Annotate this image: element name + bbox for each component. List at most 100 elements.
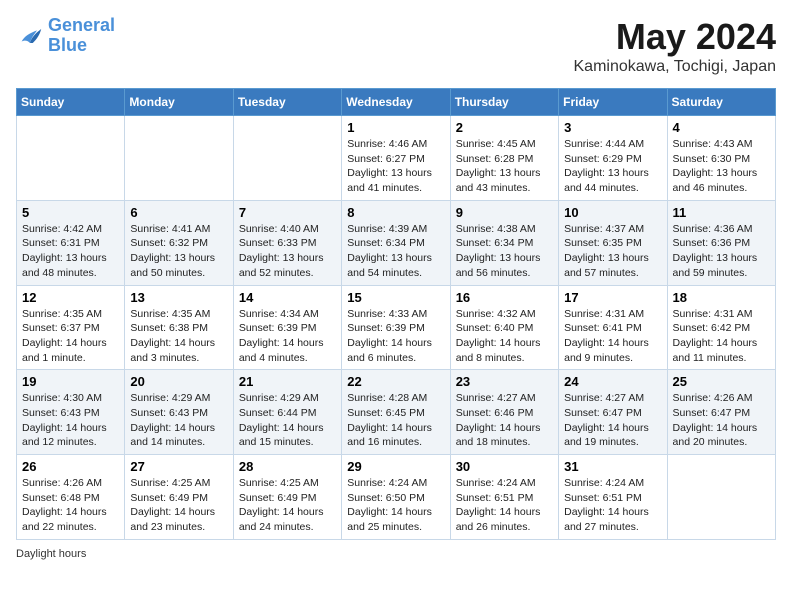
logo-blue: Blue <box>48 35 87 55</box>
calendar-cell <box>125 116 233 201</box>
day-info: Sunrise: 4:38 AM Sunset: 6:34 PM Dayligh… <box>456 222 553 281</box>
calendar-day-header: Saturday <box>667 89 775 116</box>
day-number: 2 <box>456 120 553 135</box>
calendar-table: SundayMondayTuesdayWednesdayThursdayFrid… <box>16 88 776 540</box>
day-info: Sunrise: 4:26 AM Sunset: 6:47 PM Dayligh… <box>673 391 770 450</box>
calendar-cell: 6Sunrise: 4:41 AM Sunset: 6:32 PM Daylig… <box>125 200 233 285</box>
day-info: Sunrise: 4:35 AM Sunset: 6:38 PM Dayligh… <box>130 307 227 366</box>
day-info: Sunrise: 4:28 AM Sunset: 6:45 PM Dayligh… <box>347 391 444 450</box>
calendar-cell: 24 Sunrise: 4:27 AM Sunset: 6:47 PM Dayli… <box>559 370 667 455</box>
day-info: Sunrise: 4:29 AM Sunset: 6:44 PM Dayligh… <box>239 391 336 450</box>
calendar-cell: 4 Sunrise: 4:43 AM Sunset: 6:30 PM Daylig… <box>667 116 775 201</box>
calendar-cell: 26Sunrise: 4:26 AM Sunset: 6:48 PM Dayli… <box>17 455 125 540</box>
day-info: Sunrise: 4:45 AM Sunset: 6:28 PM Dayligh… <box>456 137 553 196</box>
day-number: 4 <box>673 120 770 135</box>
calendar-cell: 28Sunrise: 4:25 AM Sunset: 6:49 PM Dayli… <box>233 455 341 540</box>
day-info: Sunrise: 4:33 AM Sunset: 6:39 PM Dayligh… <box>347 307 444 366</box>
day-info: Sunrise: 4:43 AM Sunset: 6:30 PM Dayligh… <box>673 137 770 196</box>
calendar-day-header: Sunday <box>17 89 125 116</box>
calendar-day-header: Friday <box>559 89 667 116</box>
day-info: Sunrise: 4:31 AM Sunset: 6:41 PM Dayligh… <box>564 307 661 366</box>
day-number: 31 <box>564 459 661 474</box>
calendar-week-row: 12Sunrise: 4:35 AM Sunset: 6:37 PM Dayli… <box>17 285 776 370</box>
calendar-cell: 12Sunrise: 4:35 AM Sunset: 6:37 PM Dayli… <box>17 285 125 370</box>
day-number: 20 <box>130 374 227 389</box>
calendar-week-row: 5 Sunrise: 4:42 AM Sunset: 6:31 PM Daylig… <box>17 200 776 285</box>
calendar-cell: 5 Sunrise: 4:42 AM Sunset: 6:31 PM Daylig… <box>17 200 125 285</box>
day-info: Sunrise: 4:32 AM Sunset: 6:40 PM Dayligh… <box>456 307 553 366</box>
calendar-cell: 17 Sunrise: 4:31 AM Sunset: 6:41 PM Dayli… <box>559 285 667 370</box>
day-info: Sunrise: 4:35 AM Sunset: 6:37 PM Dayligh… <box>22 307 119 366</box>
calendar-cell: 19 Sunrise: 4:30 AM Sunset: 6:43 PM Dayli… <box>17 370 125 455</box>
calendar-cell: 9 Sunrise: 4:38 AM Sunset: 6:34 PM Daylig… <box>450 200 558 285</box>
calendar-cell <box>17 116 125 201</box>
day-number: 1 <box>347 120 444 135</box>
calendar-cell: 23 Sunrise: 4:27 AM Sunset: 6:46 PM Dayli… <box>450 370 558 455</box>
calendar-week-row: 19 Sunrise: 4:30 AM Sunset: 6:43 PM Dayli… <box>17 370 776 455</box>
calendar-cell: 30 Sunrise: 4:24 AM Sunset: 6:51 PM Dayli… <box>450 455 558 540</box>
day-info: Sunrise: 4:41 AM Sunset: 6:32 PM Dayligh… <box>130 222 227 281</box>
day-number: 15 <box>347 290 444 305</box>
day-info: Sunrise: 4:27 AM Sunset: 6:46 PM Dayligh… <box>456 391 553 450</box>
calendar-header-row: SundayMondayTuesdayWednesdayThursdayFrid… <box>17 89 776 116</box>
day-info: Sunrise: 4:25 AM Sunset: 6:49 PM Dayligh… <box>130 476 227 535</box>
daylight-hours-label: Daylight hours <box>16 548 86 560</box>
calendar-day-header: Thursday <box>450 89 558 116</box>
calendar-cell: 27 Sunrise: 4:25 AM Sunset: 6:49 PM Dayli… <box>125 455 233 540</box>
day-info: Sunrise: 4:25 AM Sunset: 6:49 PM Dayligh… <box>239 476 336 535</box>
day-info: Sunrise: 4:46 AM Sunset: 6:27 PM Dayligh… <box>347 137 444 196</box>
day-number: 10 <box>564 205 661 220</box>
day-number: 26 <box>22 459 119 474</box>
calendar-cell: 21 Sunrise: 4:29 AM Sunset: 6:44 PM Dayli… <box>233 370 341 455</box>
day-info: Sunrise: 4:42 AM Sunset: 6:31 PM Dayligh… <box>22 222 119 281</box>
day-number: 29 <box>347 459 444 474</box>
calendar-cell: 29 Sunrise: 4:24 AM Sunset: 6:50 PM Dayli… <box>342 455 450 540</box>
calendar-cell: 13 Sunrise: 4:35 AM Sunset: 6:38 PM Dayli… <box>125 285 233 370</box>
day-number: 19 <box>22 374 119 389</box>
day-info: Sunrise: 4:24 AM Sunset: 6:50 PM Dayligh… <box>347 476 444 535</box>
day-info: Sunrise: 4:24 AM Sunset: 6:51 PM Dayligh… <box>564 476 661 535</box>
day-number: 25 <box>673 374 770 389</box>
day-info: Sunrise: 4:37 AM Sunset: 6:35 PM Dayligh… <box>564 222 661 281</box>
page-header: General Blue May 2024 Kaminokawa, Tochig… <box>16 16 776 76</box>
calendar-cell <box>667 455 775 540</box>
footer: Daylight hours <box>16 548 776 560</box>
day-number: 17 <box>564 290 661 305</box>
day-info: Sunrise: 4:30 AM Sunset: 6:43 PM Dayligh… <box>22 391 119 450</box>
day-number: 30 <box>456 459 553 474</box>
month-title: May 2024 <box>574 16 777 58</box>
calendar-cell: 31 Sunrise: 4:24 AM Sunset: 6:51 PM Dayli… <box>559 455 667 540</box>
day-number: 23 <box>456 374 553 389</box>
day-number: 24 <box>564 374 661 389</box>
day-info: Sunrise: 4:39 AM Sunset: 6:34 PM Dayligh… <box>347 222 444 281</box>
day-number: 14 <box>239 290 336 305</box>
day-info: Sunrise: 4:44 AM Sunset: 6:29 PM Dayligh… <box>564 137 661 196</box>
day-number: 16 <box>456 290 553 305</box>
calendar-day-header: Monday <box>125 89 233 116</box>
calendar-cell <box>233 116 341 201</box>
day-number: 8 <box>347 205 444 220</box>
day-number: 13 <box>130 290 227 305</box>
day-number: 22 <box>347 374 444 389</box>
calendar-cell: 11Sunrise: 4:36 AM Sunset: 6:36 PM Dayli… <box>667 200 775 285</box>
logo: General Blue <box>16 16 115 56</box>
day-number: 9 <box>456 205 553 220</box>
calendar-cell: 16 Sunrise: 4:32 AM Sunset: 6:40 PM Dayli… <box>450 285 558 370</box>
day-info: Sunrise: 4:31 AM Sunset: 6:42 PM Dayligh… <box>673 307 770 366</box>
calendar-cell: 8 Sunrise: 4:39 AM Sunset: 6:34 PM Daylig… <box>342 200 450 285</box>
calendar-cell: 10 Sunrise: 4:37 AM Sunset: 6:35 PM Dayli… <box>559 200 667 285</box>
day-number: 5 <box>22 205 119 220</box>
day-info: Sunrise: 4:24 AM Sunset: 6:51 PM Dayligh… <box>456 476 553 535</box>
location-title: Kaminokawa, Tochigi, Japan <box>574 58 777 76</box>
calendar-cell: 15 Sunrise: 4:33 AM Sunset: 6:39 PM Dayli… <box>342 285 450 370</box>
day-info: Sunrise: 4:40 AM Sunset: 6:33 PM Dayligh… <box>239 222 336 281</box>
calendar-cell: 7Sunrise: 4:40 AM Sunset: 6:33 PM Daylig… <box>233 200 341 285</box>
day-info: Sunrise: 4:36 AM Sunset: 6:36 PM Dayligh… <box>673 222 770 281</box>
calendar-cell: 14Sunrise: 4:34 AM Sunset: 6:39 PM Dayli… <box>233 285 341 370</box>
day-number: 27 <box>130 459 227 474</box>
day-info: Sunrise: 4:27 AM Sunset: 6:47 PM Dayligh… <box>564 391 661 450</box>
calendar-cell: 3Sunrise: 4:44 AM Sunset: 6:29 PM Daylig… <box>559 116 667 201</box>
day-number: 21 <box>239 374 336 389</box>
calendar-day-header: Tuesday <box>233 89 341 116</box>
logo-text: General Blue <box>48 16 115 56</box>
